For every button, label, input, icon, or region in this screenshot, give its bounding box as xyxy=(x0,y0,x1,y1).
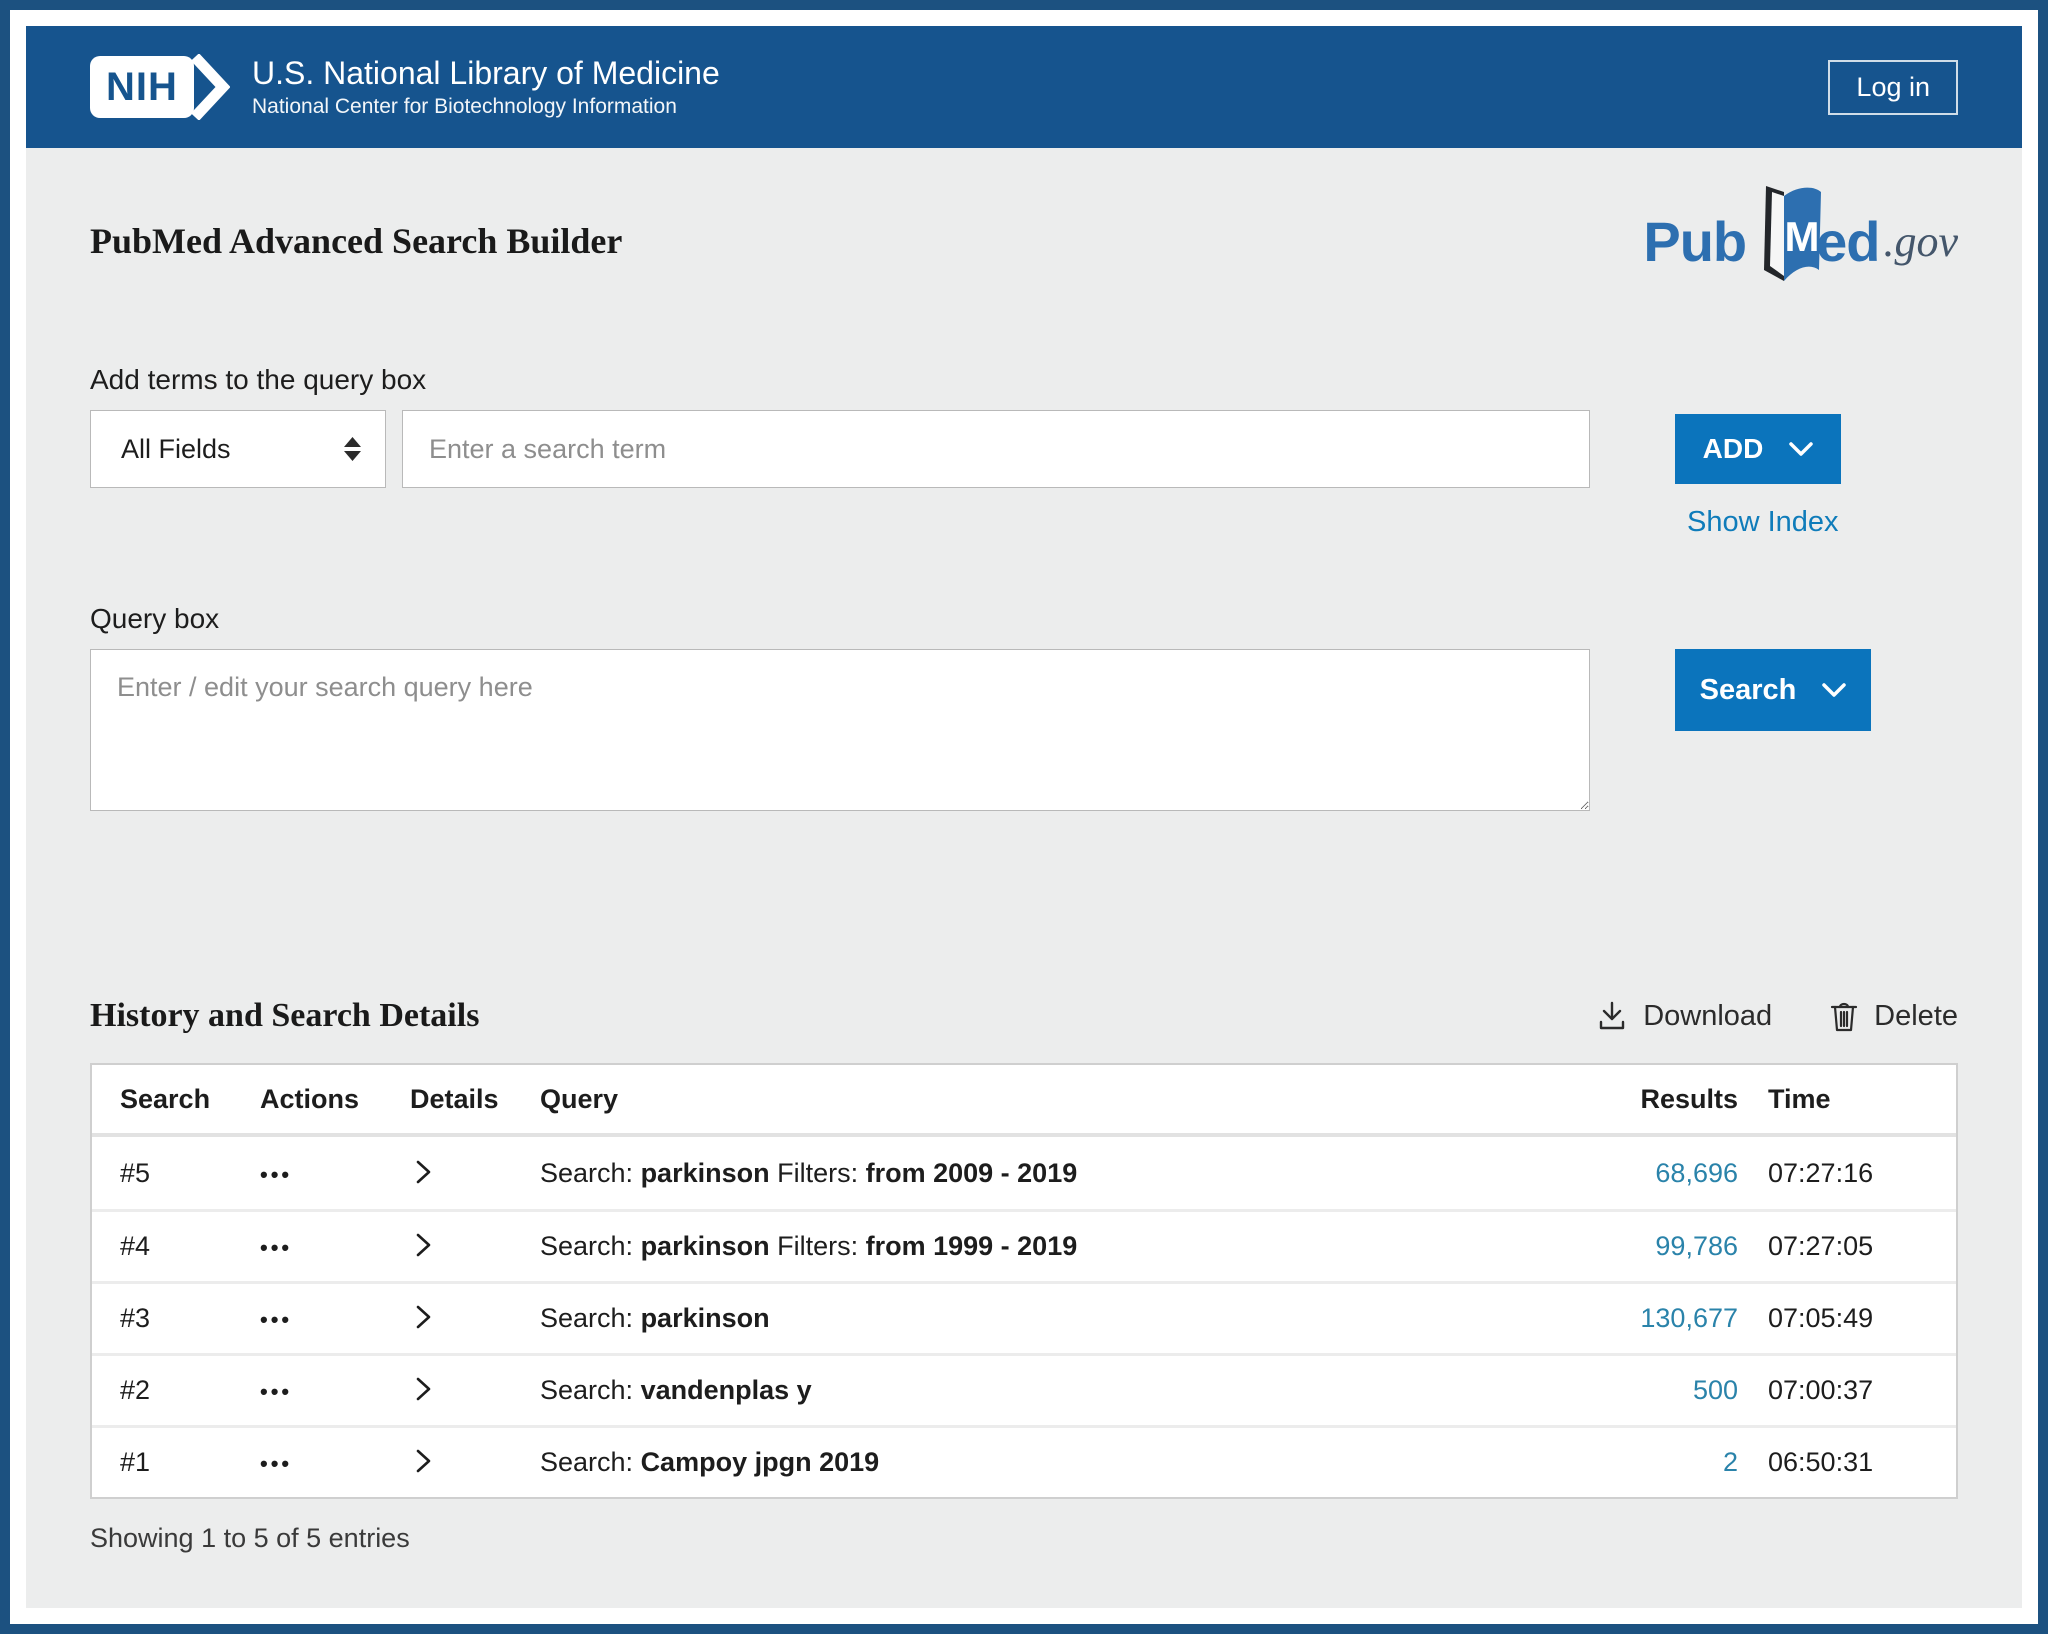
table-row: #5••• Search: parkinson Filters: from 200… xyxy=(92,1137,1956,1209)
results-link[interactable]: 500 xyxy=(1693,1375,1738,1405)
pubmed-logo[interactable]: Pub M ed .gov xyxy=(1643,197,1958,285)
add-button[interactable]: ADD xyxy=(1675,414,1841,484)
delete-label: Delete xyxy=(1874,1000,1958,1033)
delete-button[interactable]: Delete xyxy=(1828,999,1958,1033)
query-text: Search: Campoy jpgn 2019 xyxy=(540,1447,1578,1478)
time-value: 07:05:49 xyxy=(1768,1303,1928,1334)
field-selector[interactable]: All Fields xyxy=(90,410,386,488)
nih-logo[interactable]: NIH xyxy=(90,54,230,120)
history-table: Search Actions Details Query Results Tim… xyxy=(90,1063,1958,1499)
actions-menu-button[interactable]: ••• xyxy=(260,1235,292,1261)
column-header-time: Time xyxy=(1768,1084,1928,1115)
table-row: #4••• Search: parkinson Filters: from 199… xyxy=(92,1209,1956,1281)
search-number: #2 xyxy=(120,1375,260,1406)
column-header-results: Results xyxy=(1578,1084,1768,1115)
org-titles: U.S. National Library of Medicine Nation… xyxy=(252,55,720,120)
table-entries-summary: Showing 1 to 5 of 5 entries xyxy=(90,1523,1958,1554)
search-number: #3 xyxy=(120,1303,260,1334)
column-header-search: Search xyxy=(120,1084,260,1115)
history-section: History and Search Details Download xyxy=(90,997,1958,1554)
search-button-label: Search xyxy=(1700,674,1797,707)
results-link[interactable]: 68,696 xyxy=(1655,1158,1738,1188)
org-subtitle: National Center for Biotechnology Inform… xyxy=(252,95,720,119)
query-text: Search: vandenplas y xyxy=(540,1375,1578,1406)
details-expand-button[interactable] xyxy=(410,1301,437,1336)
details-expand-button[interactable] xyxy=(410,1445,437,1480)
download-label: Download xyxy=(1643,1000,1772,1033)
history-title: History and Search Details xyxy=(90,997,479,1035)
download-icon xyxy=(1595,999,1629,1033)
search-number: #5 xyxy=(120,1158,260,1189)
select-updown-icon xyxy=(344,437,361,461)
main-content: PubMed Advanced Search Builder Pub M ed … xyxy=(26,148,2022,1608)
table-row: #1••• Search: Campoy jpgn 2019 2 06:50:31 xyxy=(92,1425,1956,1497)
download-button[interactable]: Download xyxy=(1595,999,1772,1033)
add-button-label: ADD xyxy=(1703,433,1764,465)
login-button[interactable]: Log in xyxy=(1828,60,1958,115)
svg-text:M: M xyxy=(1785,213,1820,260)
field-selector-value: All Fields xyxy=(121,434,231,465)
details-expand-button[interactable] xyxy=(410,1156,437,1191)
actions-menu-button[interactable]: ••• xyxy=(260,1451,292,1477)
nih-header: NIH U.S. National Library of Medicine Na… xyxy=(26,26,2022,148)
results-link[interactable]: 99,786 xyxy=(1655,1231,1738,1261)
pubmed-logo-ed: ed xyxy=(1816,209,1879,274)
search-button[interactable]: Search xyxy=(1675,649,1871,731)
details-chevron-right-icon xyxy=(416,1305,431,1329)
details-chevron-right-icon xyxy=(416,1449,431,1473)
search-term-input[interactable] xyxy=(402,410,1590,488)
column-header-actions: Actions xyxy=(260,1084,410,1115)
table-row: #2••• Search: vandenplas y 500 07:00:37 xyxy=(92,1353,1956,1425)
time-value: 06:50:31 xyxy=(1768,1447,1928,1478)
column-header-details: Details xyxy=(410,1084,540,1115)
query-box-label: Query box xyxy=(90,603,1958,635)
nih-logo-text: NIH xyxy=(106,65,178,110)
org-title: U.S. National Library of Medicine xyxy=(252,55,720,92)
search-number: #1 xyxy=(120,1447,260,1478)
query-text: Search: parkinson Filters: from 2009 - 2… xyxy=(540,1158,1578,1189)
results-link[interactable]: 130,677 xyxy=(1640,1303,1738,1333)
add-terms-label: Add terms to the query box xyxy=(90,364,1958,396)
add-terms-section: Add terms to the query box All Fields AD… xyxy=(90,364,1958,539)
show-index-link[interactable]: Show Index xyxy=(1675,506,1841,539)
table-row: #3••• Search: parkinson 130,677 07:05:49 xyxy=(92,1281,1956,1353)
details-expand-button[interactable] xyxy=(410,1229,437,1264)
actions-menu-button[interactable]: ••• xyxy=(260,1379,292,1405)
time-value: 07:27:05 xyxy=(1768,1231,1928,1262)
details-chevron-right-icon xyxy=(416,1160,431,1184)
nih-chevron-icon xyxy=(190,54,230,120)
pubmed-logo-pub: Pub xyxy=(1643,209,1746,274)
actions-menu-button[interactable]: ••• xyxy=(260,1162,292,1188)
time-value: 07:27:16 xyxy=(1768,1158,1928,1189)
history-table-body: #5•••Search: parkinson Filters: from 200… xyxy=(92,1137,1956,1497)
results-link[interactable]: 2 xyxy=(1723,1447,1738,1477)
pubmed-logo-gov: .gov xyxy=(1883,216,1958,267)
page-title: PubMed Advanced Search Builder xyxy=(90,220,622,262)
pubmed-book-icon: M xyxy=(1749,183,1823,285)
details-chevron-right-icon xyxy=(416,1377,431,1401)
add-chevron-down-icon xyxy=(1789,442,1813,457)
details-chevron-right-icon xyxy=(416,1233,431,1257)
nih-logo-box: NIH xyxy=(90,56,194,118)
search-chevron-down-icon xyxy=(1822,683,1846,698)
actions-menu-button[interactable]: ••• xyxy=(260,1307,292,1333)
history-table-header: Search Actions Details Query Results Tim… xyxy=(92,1065,1956,1137)
search-number: #4 xyxy=(120,1231,260,1262)
trash-icon xyxy=(1828,999,1860,1033)
query-box-section: Query box Search xyxy=(90,603,1958,811)
query-text: Search: parkinson Filters: from 1999 - 2… xyxy=(540,1231,1578,1262)
query-textarea[interactable] xyxy=(90,649,1590,811)
column-header-query: Query xyxy=(540,1084,1578,1115)
query-text: Search: parkinson xyxy=(540,1303,1578,1334)
time-value: 07:00:37 xyxy=(1768,1375,1928,1406)
pubmed-advanced-page: NIH U.S. National Library of Medicine Na… xyxy=(0,0,2048,1634)
details-expand-button[interactable] xyxy=(410,1373,437,1408)
